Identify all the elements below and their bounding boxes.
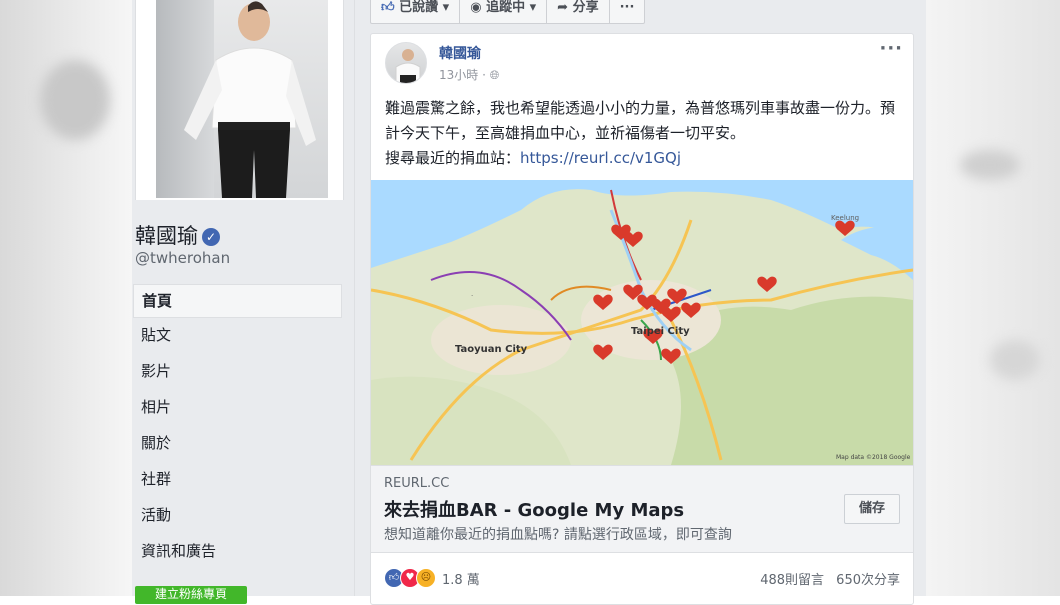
post-body: 難過震驚之餘，我也希望能透過小小的力量，為普悠瑪列車事故盡一份力。預計今天下午，…	[385, 96, 903, 171]
page-name[interactable]: 韓國瑜 ✓	[135, 220, 220, 250]
caret-down-icon: ▾	[442, 0, 450, 15]
column-divider	[354, 0, 355, 596]
nav-item-about[interactable]: 關於	[133, 426, 342, 462]
caret-down-icon: ▾	[529, 0, 537, 15]
nav-item-videos[interactable]: 影片	[133, 354, 342, 390]
post-text-line: 難過震驚之餘，我也希望能透過小小的力量，為普悠瑪列車事故盡一份力。預計今天下午，…	[385, 99, 896, 142]
profile-photo[interactable]	[135, 0, 344, 200]
post-text-prefix: 搜尋最近的捐血站：	[385, 149, 521, 167]
post-options-button[interactable]: ···	[879, 38, 903, 59]
person-figure	[184, 1, 316, 198]
rss-icon: ◉	[470, 0, 482, 15]
map-taipei-label: Taipei City	[631, 326, 690, 337]
link-description: 想知道離你最近的捐血點嗎? 請點選行政區域，即可查詢	[384, 527, 732, 543]
background-blur	[960, 150, 1020, 180]
sad-reaction-icon: ☹	[416, 568, 436, 588]
background-right	[926, 0, 1060, 596]
liked-label: 已說讚	[399, 0, 439, 15]
share-arrow-icon: ➦	[557, 0, 569, 15]
page-action-bar: 👍︎ 已說讚 ▾ ◉ 追蹤中 ▾ ➦ 分享 ···	[370, 0, 646, 24]
background-blur	[40, 60, 110, 140]
map-keelung-label: Keelung	[831, 214, 859, 222]
nav-item-community[interactable]: 社群	[133, 462, 342, 498]
map-attribution: Map data ©2018 Google	[836, 454, 911, 461]
nav-item-events[interactable]: 活動	[133, 498, 342, 534]
link-domain: REURL.CC	[384, 476, 450, 491]
nav-item-photos[interactable]: 相片	[133, 390, 342, 426]
share-button[interactable]: ➦ 分享	[547, 0, 610, 23]
map-image: · Keelung Taoyuan City Taipei City Map d…	[371, 180, 913, 465]
following-button[interactable]: ◉ 追蹤中 ▾	[460, 0, 548, 23]
link-title[interactable]: 來去捐血BAR - Google My Maps	[384, 496, 684, 522]
post-stats: 488則留言 650次分享	[752, 569, 900, 588]
author-avatar[interactable]	[385, 42, 427, 84]
map-preview[interactable]: · Keelung Taoyuan City Taipei City Map d…	[371, 180, 913, 465]
nav-item-home[interactable]: 首頁	[133, 284, 342, 318]
post-link[interactable]: https://reurl.cc/v1GQj	[520, 149, 681, 167]
liked-button[interactable]: 👍︎ 已說讚 ▾	[371, 0, 461, 23]
post-card: 韓國瑜 13小時 · 🌐︎ ··· 難過震驚之餘，我也希望能透過小小的力量，為普…	[370, 33, 914, 605]
post-author[interactable]: 韓國瑜	[439, 43, 481, 63]
background-blur	[990, 340, 1040, 380]
globe-icon: 🌐︎	[489, 68, 500, 82]
save-button[interactable]: 儲存	[844, 494, 900, 524]
map-city-label: Taoyuan City	[455, 344, 528, 355]
create-page-button[interactable]: 建立粉絲專頁	[135, 586, 247, 604]
following-label: 追蹤中	[486, 0, 526, 15]
link-preview[interactable]: REURL.CC 來去捐血BAR - Google My Maps 想知道離你最…	[371, 465, 913, 553]
share-label: 分享	[572, 0, 599, 15]
post-text-line: 搜尋最近的捐血站：https://reurl.cc/v1GQj	[385, 146, 903, 171]
post-timestamp[interactable]: 13小時 · 🌐︎	[439, 66, 499, 83]
verified-icon: ✓	[202, 228, 220, 246]
avatar-figure	[395, 49, 421, 83]
reactions-summary[interactable]: 👍︎ ♥ ☹ 1.8 萬	[384, 567, 480, 589]
page-nav: 首頁 貼文 影片 相片 關於 社群 活動 資訊和廣告	[133, 284, 342, 570]
comments-count[interactable]: 488則留言	[760, 573, 824, 588]
post-time-text: 13小時	[439, 68, 479, 82]
page-handle[interactable]: @twherohan	[135, 249, 230, 267]
thumbs-up-icon: 👍︎	[381, 0, 395, 15]
profile-photo-image	[156, 0, 328, 198]
reactions-count: 1.8 萬	[442, 572, 480, 588]
map-small-label: ·	[471, 292, 473, 300]
nav-item-posts[interactable]: 貼文	[133, 318, 342, 354]
page-name-text: 韓國瑜	[135, 224, 198, 248]
nav-item-info-ads[interactable]: 資訊和廣告	[133, 534, 342, 570]
shares-count[interactable]: 650次分享	[836, 573, 900, 588]
more-actions-button[interactable]: ···	[610, 0, 645, 23]
